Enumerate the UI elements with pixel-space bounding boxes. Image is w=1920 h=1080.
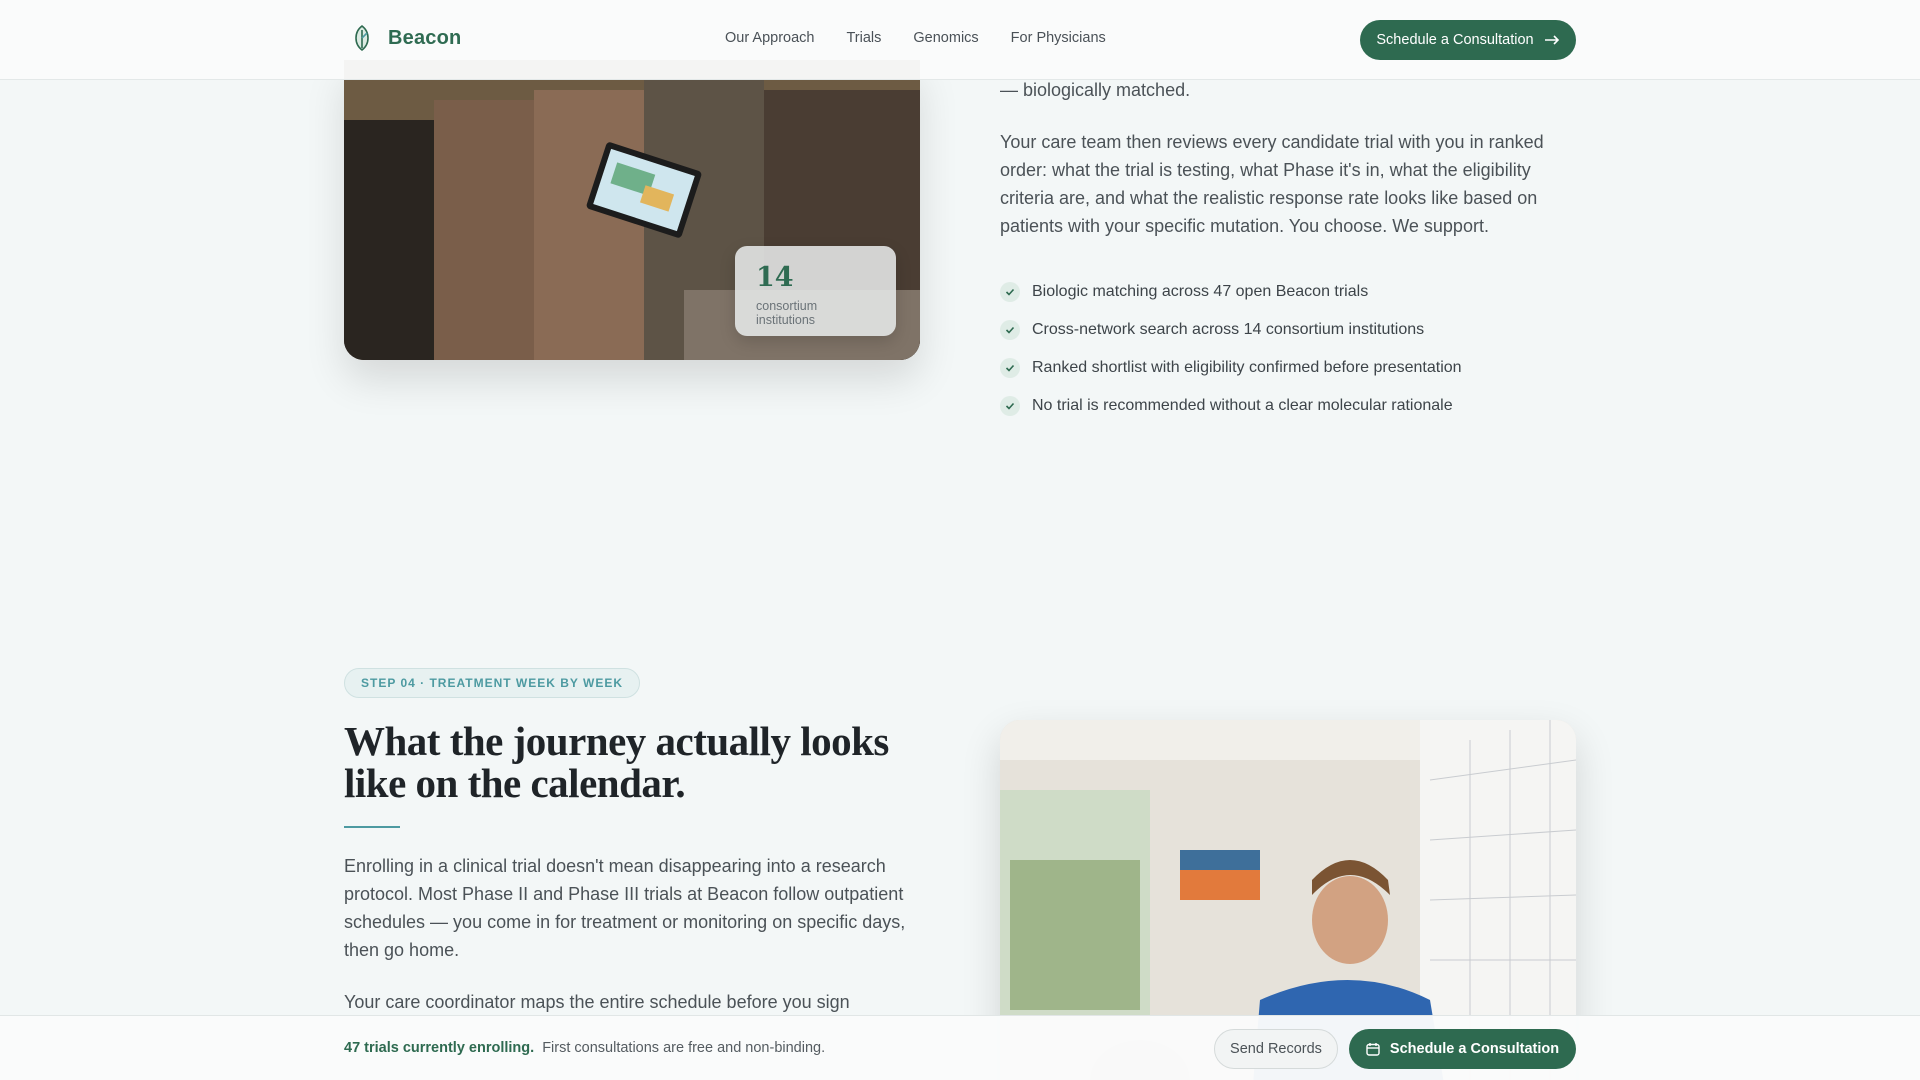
brand[interactable]: Beacon	[350, 24, 461, 52]
header-schedule-button[interactable]: Schedule a Consultation	[1360, 20, 1576, 60]
main-nav: Our Approach Trials Genomics For Physici…	[725, 30, 1106, 46]
nav-for-physicians[interactable]: For Physicians	[1011, 30, 1106, 46]
send-records-button[interactable]: Send Records	[1214, 1029, 1338, 1069]
checklist-text: Biologic matching across 47 open Beacon …	[1032, 283, 1369, 300]
nav-trials[interactable]: Trials	[846, 30, 881, 46]
matching-trailing-text: — biologically matched.	[1000, 80, 1191, 100]
consortium-stat-card: 14 consortium institutions	[735, 246, 896, 336]
enrollment-note: First consultations are free and non-bin…	[542, 1040, 826, 1056]
check-icon	[1000, 358, 1020, 378]
checklist-item: Cross-network search across 14 consortiu…	[1000, 311, 1462, 349]
feature-checklist: Biologic matching across 47 open Beacon …	[1000, 273, 1462, 425]
checklist-item: No trial is recommended without a clear …	[1000, 387, 1462, 425]
bottom-schedule-button[interactable]: Schedule a Consultation	[1349, 1029, 1576, 1069]
bottom-cta-label: Schedule a Consultation	[1389, 1041, 1560, 1057]
check-icon	[1000, 282, 1020, 302]
arrow-right-icon	[1544, 35, 1559, 45]
enrollment-count: 47 trials currently enrolling.	[344, 1040, 535, 1056]
check-icon	[1000, 320, 1020, 340]
coordinator-paragraph: Your care coordinator maps the entire sc…	[344, 992, 850, 1012]
checklist-text: Ranked shortlist with eligibility confir…	[1032, 359, 1462, 376]
section-headline: What the journey actually looks like on …	[344, 718, 889, 806]
step-badge: STEP 04 · TREATMENT WEEK BY WEEK	[344, 668, 641, 698]
nav-our-approach[interactable]: Our Approach	[725, 30, 814, 46]
review-paragraph: Your care team then reviews every candid…	[1000, 132, 1544, 236]
enrollment-notice: 47 trials currently enrolling. First con…	[344, 1040, 825, 1056]
check-icon	[1000, 396, 1020, 416]
checklist-text: No trial is recommended without a clear …	[1032, 397, 1453, 414]
checklist-item: Ranked shortlist with eligibility confir…	[1000, 349, 1462, 387]
sticky-bottom-bar: 47 trials currently enrolling. First con…	[0, 1015, 1920, 1080]
checklist-text: Cross-network search across 14 consortiu…	[1032, 321, 1425, 338]
nav-genomics[interactable]: Genomics	[913, 30, 978, 46]
stat-value: 14	[756, 262, 794, 293]
stat-label: consortium institutions	[756, 299, 818, 327]
site-header: Beacon Our Approach Trials Genomics For …	[0, 0, 1920, 80]
header-cta-label: Schedule a Consultation	[1376, 32, 1534, 48]
brand-name: Beacon	[388, 26, 462, 49]
checklist-item: Biologic matching across 47 open Beacon …	[1000, 273, 1462, 311]
calendar-icon	[1366, 1043, 1380, 1056]
enrolling-paragraph: Enrolling in a clinical trial doesn't me…	[344, 856, 906, 960]
leaf-logo-icon	[355, 24, 369, 52]
headline-divider	[344, 826, 400, 828]
